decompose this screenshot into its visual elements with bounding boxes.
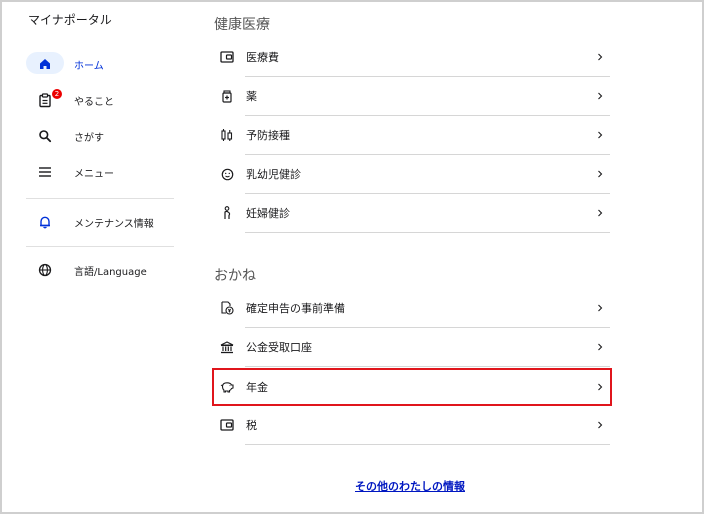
task-icon-wrap: 2 (26, 88, 64, 112)
globe-icon (38, 263, 52, 277)
chevron-right-icon (590, 131, 610, 139)
row-label: 乳幼児健診 (246, 168, 301, 181)
row-icon-wrap (214, 340, 240, 354)
row-label: 公金受取口座 (246, 341, 312, 354)
row-label: 医療費 (246, 51, 279, 64)
sidebar-item-tasks[interactable]: 2 やること (26, 88, 174, 112)
app-window: マイナポータル ホーム 2 やること さがす メニュー メンテナンス情報 言語/… (0, 0, 704, 514)
list-item-public-fund-account[interactable]: 公金受取口座 (214, 328, 610, 366)
list-item-maternity-checkup[interactable]: 妊婦健診 (214, 194, 610, 232)
chevron-right-icon (590, 343, 610, 351)
chevron-right-icon (590, 53, 610, 61)
row-label: 薬 (246, 90, 257, 103)
wallet-icon (220, 419, 234, 431)
tax-document-icon (221, 301, 234, 315)
chevron-right-icon (590, 304, 610, 312)
sidebar-divider (26, 246, 174, 247)
bell-icon-wrap (26, 210, 64, 234)
list-item-medicine[interactable]: 薬 (214, 77, 610, 115)
home-icon (40, 59, 50, 69)
bank-icon (220, 340, 234, 353)
row-icon-wrap (214, 89, 240, 103)
chevron-right-icon (590, 421, 610, 429)
chevron-right-icon (590, 92, 610, 100)
sidebar-item-language[interactable]: 言語/Language (26, 258, 174, 282)
task-list-icon (39, 92, 51, 107)
sidebar-item-label: 言語/Language (74, 266, 147, 278)
sidebar-item-menu[interactable]: メニュー (26, 160, 174, 184)
home-icon-wrap (26, 52, 64, 76)
sidebar-item-label: さがす (74, 132, 104, 144)
row-divider (245, 366, 610, 367)
row-label: 妊婦健診 (246, 207, 290, 220)
section-title-health: 健康医療 (214, 17, 270, 33)
sidebar-item-label: メニュー (74, 168, 114, 180)
sidebar-item-home[interactable]: ホーム (26, 52, 174, 76)
list-item-tax-return-prep[interactable]: 確定申告の事前準備 (214, 289, 610, 327)
bell-icon (40, 216, 50, 229)
sidebar-item-label: ホーム (74, 60, 104, 72)
row-label: 予防接種 (246, 129, 290, 142)
sidebar-item-label: やること (74, 96, 114, 108)
menu-icon-wrap (26, 160, 64, 184)
sidebar-item-maintenance[interactable]: メンテナンス情報 (26, 210, 174, 234)
sidebar-item-search[interactable]: さがす (26, 124, 174, 148)
wallet-icon (220, 51, 234, 63)
row-divider (245, 444, 610, 445)
row-icon-wrap (214, 168, 240, 181)
row-icon-wrap (214, 128, 240, 142)
globe-icon-wrap (26, 258, 64, 282)
pregnant-icon (224, 206, 231, 219)
list-item-vaccination[interactable]: 予防接種 (214, 116, 610, 154)
sidebar-divider (26, 198, 174, 199)
app-title[interactable]: マイナポータル (28, 11, 112, 28)
chevron-right-icon (590, 170, 610, 178)
menu-icon (39, 167, 51, 177)
list-item-medical-expenses[interactable]: 医療費 (214, 38, 610, 76)
list-item-infant-checkup[interactable]: 乳幼児健診 (214, 155, 610, 193)
sidebar-item-label: メンテナンス情報 (74, 218, 154, 230)
task-count-badge: 2 (52, 89, 62, 99)
highlight-box (212, 368, 612, 406)
chevron-right-icon (590, 209, 610, 217)
row-label: 税 (246, 419, 257, 432)
search-icon (39, 130, 52, 143)
row-icon-wrap (214, 206, 240, 220)
more-info-link[interactable]: その他のわたしの情報 (2, 478, 702, 494)
row-divider (245, 232, 610, 233)
medicine-icon (222, 89, 232, 103)
row-icon-wrap (214, 51, 240, 63)
syringe-icon (221, 129, 233, 141)
list-item-tax[interactable]: 税 (214, 406, 610, 444)
baby-face-icon (221, 168, 233, 180)
section-title-money: おかね (214, 268, 256, 284)
search-icon-wrap (26, 124, 64, 148)
row-icon-wrap (214, 419, 240, 431)
row-icon-wrap (214, 301, 240, 315)
row-label: 確定申告の事前準備 (246, 302, 345, 315)
